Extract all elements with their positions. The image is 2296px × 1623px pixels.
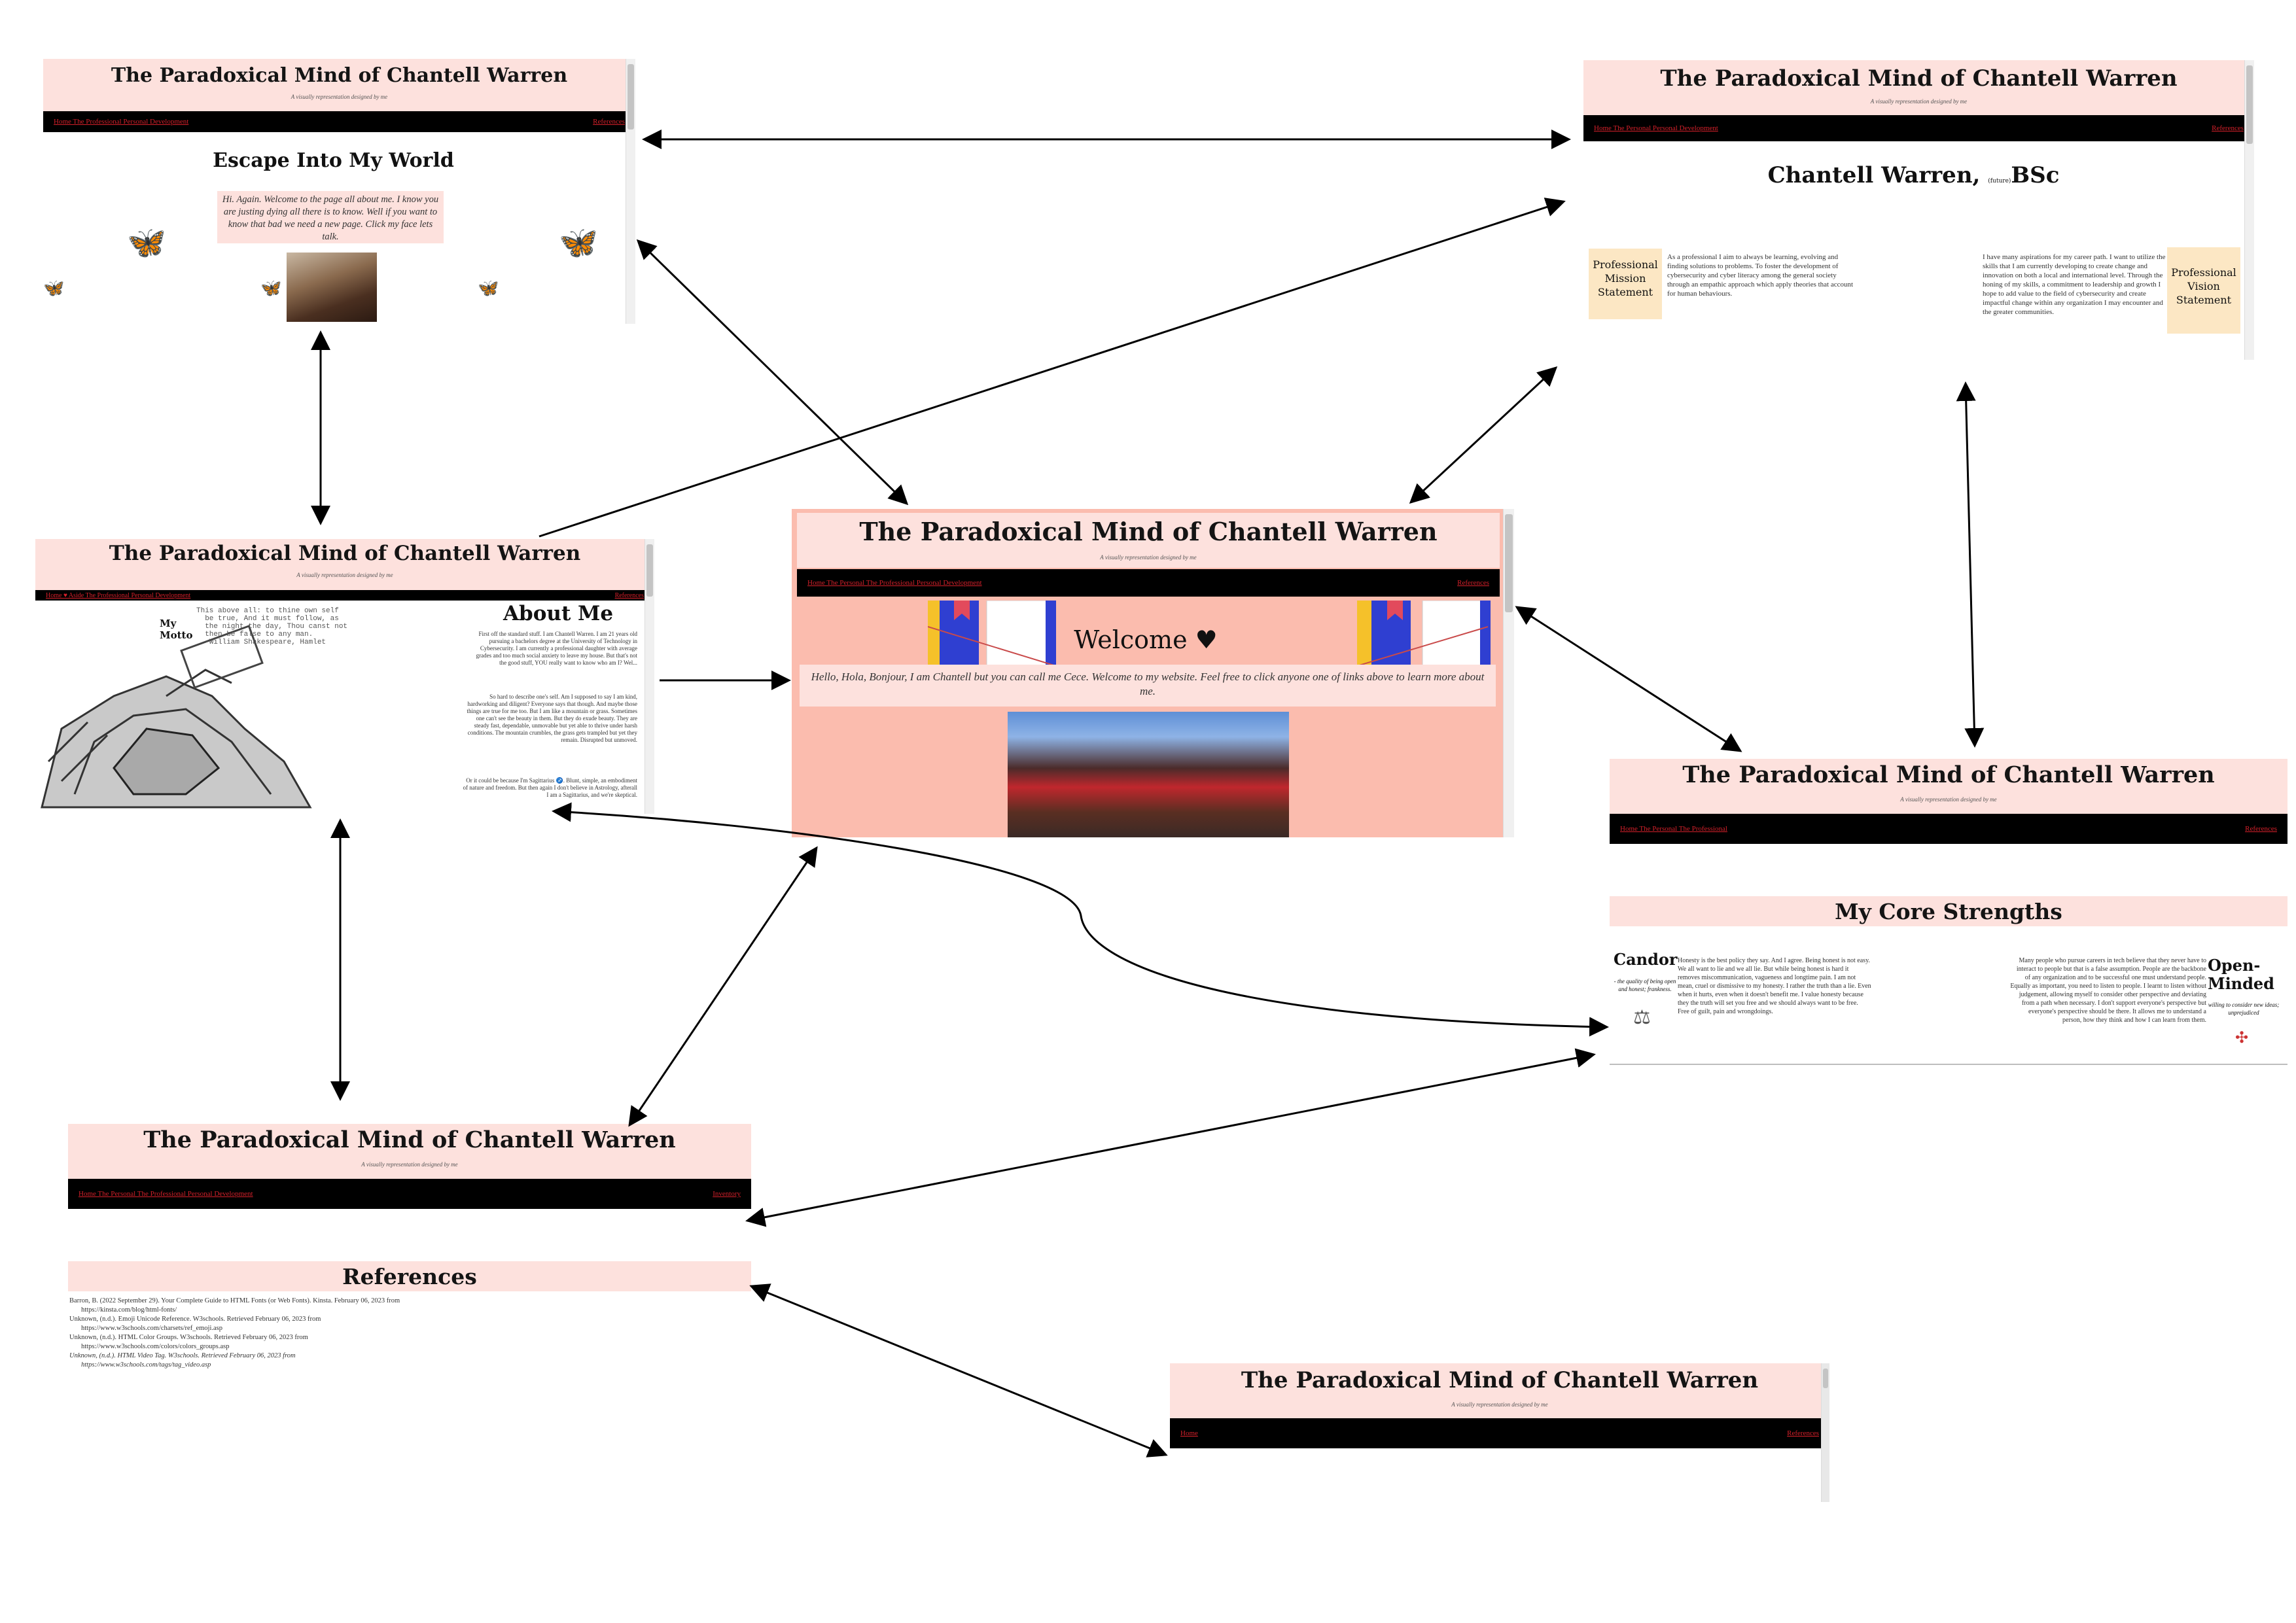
arrow-home-strengths	[1515, 606, 1742, 752]
arrow-professional-strengths	[1956, 381, 1985, 748]
arrow-strengths-references	[745, 1048, 1596, 1227]
connection-arrows	[311, 130, 1985, 1457]
arrow-about-professional	[539, 198, 1566, 538]
arrow-about-strengths-curve	[552, 802, 1609, 1037]
arrow-references-bottom	[749, 1283, 1168, 1457]
arrow-home-references	[628, 846, 818, 1127]
arrow-home-professional	[1409, 366, 1558, 504]
arrow-personal-home	[636, 239, 909, 506]
